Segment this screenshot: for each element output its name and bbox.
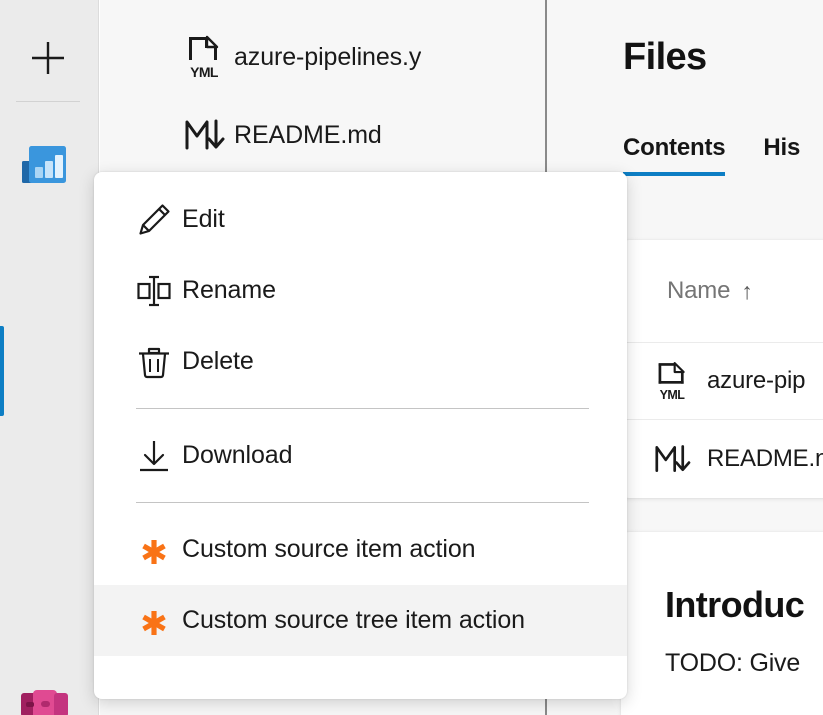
- menu-item-download[interactable]: Download: [94, 420, 627, 491]
- markdown-file-icon: [649, 440, 695, 478]
- file-name-cell: README.n: [707, 445, 823, 473]
- menu-item-label: Rename: [182, 276, 276, 305]
- menu-item-label: Download: [182, 441, 292, 470]
- trash-icon: [126, 344, 182, 380]
- left-rail: [0, 0, 99, 715]
- files-table-card: Name ↑ YML azure-pip: [621, 240, 823, 498]
- menu-item-delete[interactable]: Delete: [94, 326, 627, 397]
- sort-ascending-icon: ↑: [741, 278, 753, 305]
- explorer-file-name: README.md: [234, 121, 382, 150]
- rail-divider: [16, 101, 80, 102]
- svg-text:YML: YML: [660, 388, 686, 401]
- asterisk-icon: ✱: [126, 531, 182, 569]
- tab-bar: Contents His: [623, 134, 823, 176]
- app-root: YML azure-pipelines.y README.md: [0, 0, 823, 715]
- yml-file-icon: YML: [649, 362, 695, 400]
- menu-separator: [136, 408, 589, 409]
- sidebar-item-pink-app[interactable]: [20, 690, 70, 715]
- menu-item-custom-source-item-action[interactable]: ✱ Custom source item action: [94, 514, 627, 585]
- file-name-cell: azure-pip: [707, 367, 805, 395]
- explorer-file-row-yml[interactable]: YML azure-pipelines.y: [100, 21, 545, 93]
- explorer-pane: YML azure-pipelines.y README.md: [100, 0, 545, 715]
- sidebar-item-power-bi[interactable]: [20, 137, 70, 187]
- table-header-row: Name ↑: [621, 240, 823, 343]
- yml-file-icon: YML: [178, 37, 230, 77]
- tab-contents[interactable]: Contents: [623, 134, 725, 176]
- menu-item-label: Edit: [182, 205, 225, 234]
- plus-icon: [29, 39, 67, 77]
- svg-text:YML: YML: [190, 64, 219, 79]
- readme-preview-card: Introduc TODO: Give: [621, 532, 823, 715]
- menu-item-label: Custom source tree item action: [182, 606, 525, 635]
- menu-item-custom-source-tree-item-action[interactable]: ✱ Custom source tree item action: [94, 585, 627, 656]
- power-bi-icon: [20, 174, 70, 191]
- table-row[interactable]: README.n: [621, 420, 823, 497]
- active-item-accent-bar: [0, 326, 4, 416]
- menu-item-label: Delete: [182, 347, 254, 376]
- column-header-name[interactable]: Name: [667, 277, 730, 305]
- rename-icon: [126, 273, 182, 309]
- readme-body-text: TODO: Give: [665, 649, 800, 678]
- menu-separator: [136, 502, 589, 503]
- readme-heading: Introduc: [665, 584, 804, 626]
- menu-item-edit[interactable]: Edit: [94, 184, 627, 255]
- explorer-file-name: azure-pipelines.y: [234, 43, 421, 72]
- pink-app-icon: [20, 707, 70, 715]
- page-title: Files: [623, 36, 707, 79]
- pencil-icon: [126, 202, 182, 238]
- download-icon: [126, 438, 182, 474]
- tab-history[interactable]: His: [763, 134, 800, 176]
- menu-item-label: Custom source item action: [182, 535, 475, 564]
- menu-item-rename[interactable]: Rename: [94, 255, 627, 326]
- context-menu: Edit Rename: [94, 172, 627, 699]
- table-row[interactable]: YML azure-pip: [621, 343, 823, 420]
- explorer-file-row-readme[interactable]: README.md: [100, 99, 545, 171]
- add-button[interactable]: [22, 32, 74, 84]
- markdown-file-icon: [178, 115, 230, 155]
- asterisk-icon: ✱: [126, 602, 182, 640]
